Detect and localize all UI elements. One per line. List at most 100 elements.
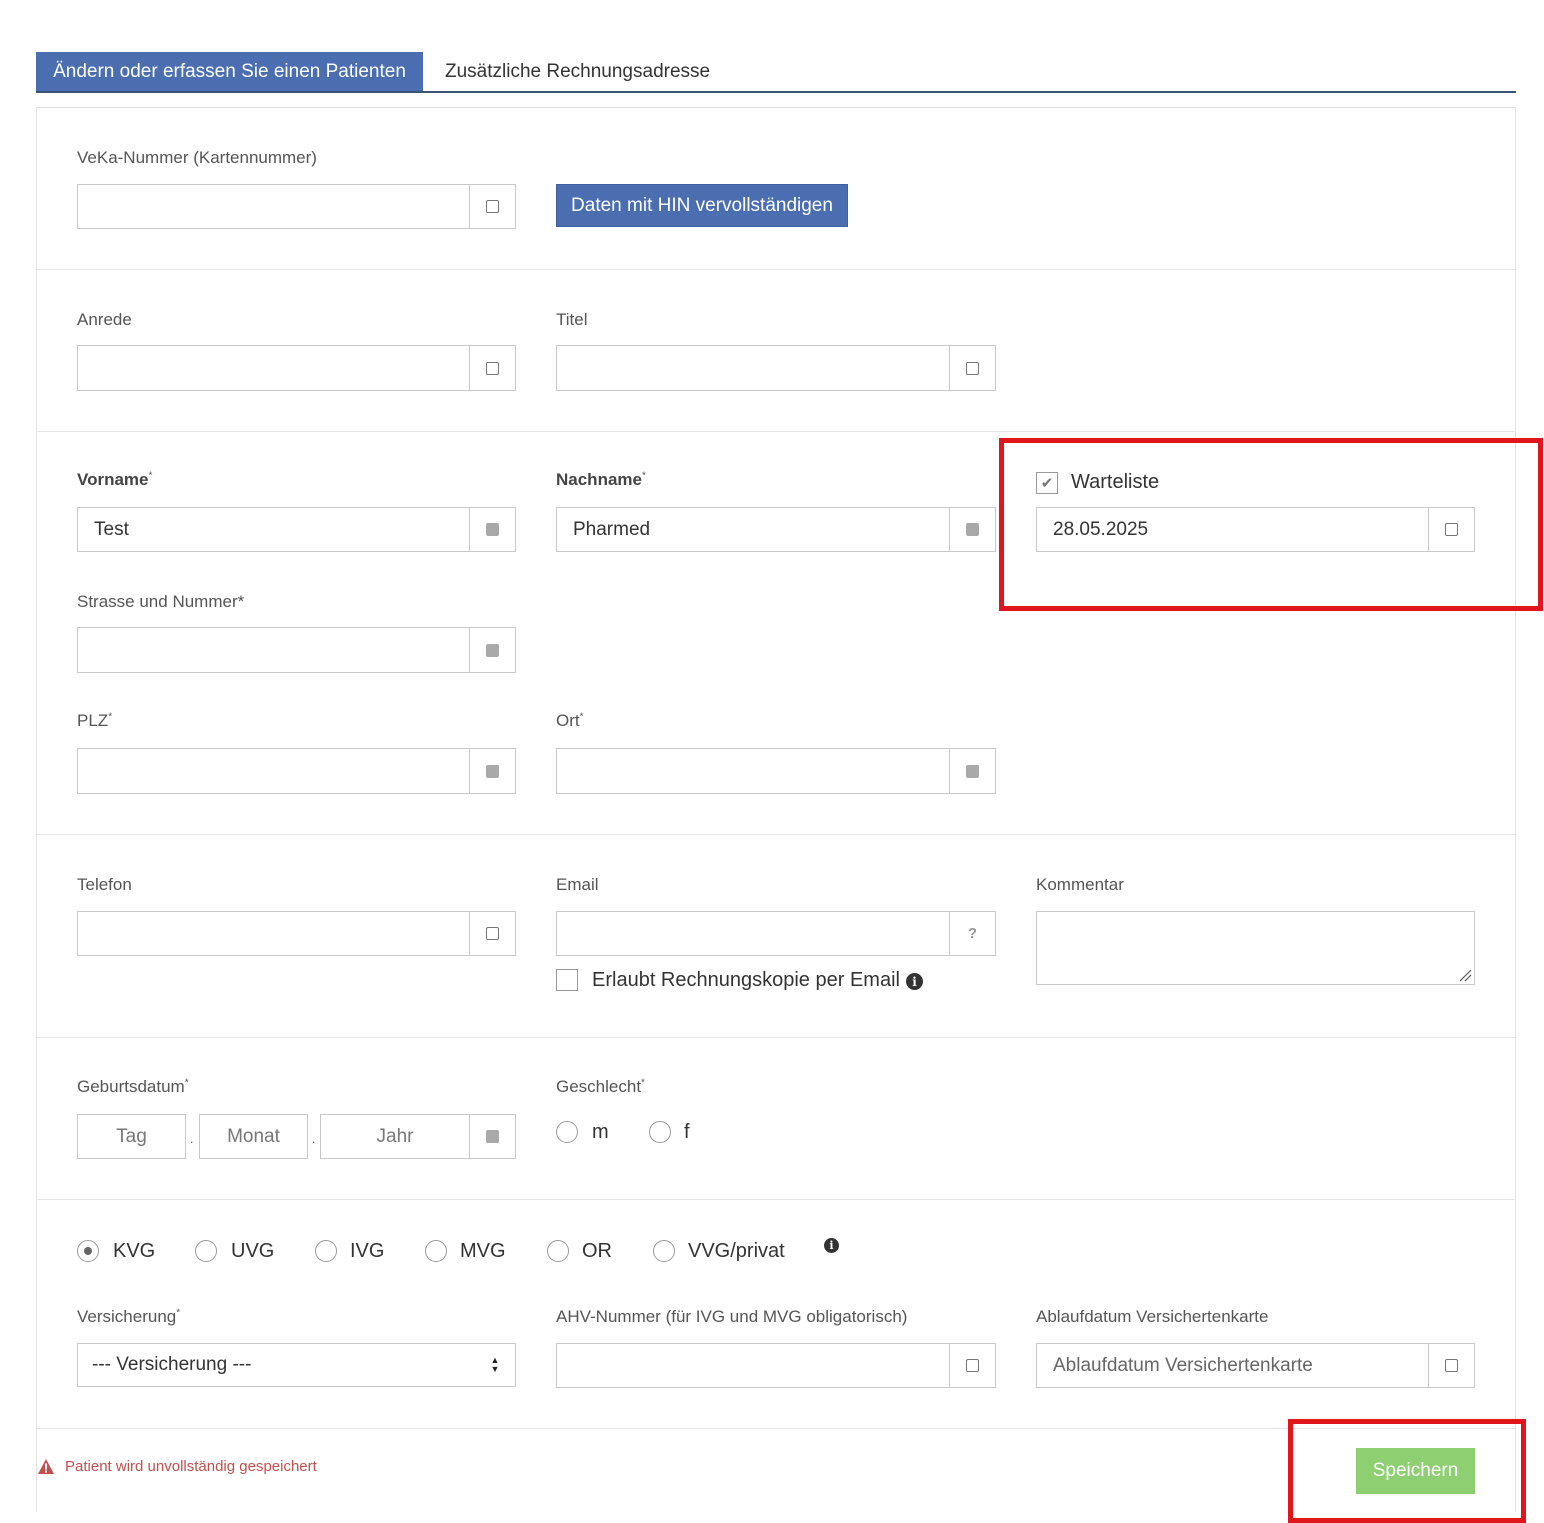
checkbox-icon (486, 643, 499, 657)
nachname-field[interactable]: Pharmed (556, 507, 996, 552)
email-help-addon[interactable]: ? (949, 912, 995, 955)
versicherung-select[interactable]: --- Versicherung --- ▲ ▼ (77, 1343, 516, 1387)
ablauf-field[interactable]: Ablaufdatum Versichertenkarte (1036, 1343, 1475, 1388)
law-uvg-radio[interactable] (195, 1240, 217, 1262)
law-kvg-radio[interactable] (77, 1240, 99, 1262)
vorname-addon[interactable] (469, 508, 515, 551)
strasse-label: Strasse und Nummer* (77, 592, 245, 611)
required-mark: * (148, 470, 153, 482)
required-mark: * (184, 1077, 189, 1089)
warteliste-date-input[interactable]: 28.05.2025 (1037, 508, 1428, 551)
law-uvg-label: UVG (231, 1240, 275, 1262)
birth-year-input[interactable]: Jahr (321, 1115, 469, 1158)
ort-label-text: Ort (556, 711, 580, 730)
gender-f-radio[interactable] (649, 1121, 671, 1143)
veka-field[interactable] (77, 184, 516, 229)
warteliste-date-addon[interactable] (1428, 508, 1474, 551)
tab-billing-address[interactable]: Zusätzliche Rechnungsadresse (445, 52, 775, 92)
law-or-label: OR (582, 1240, 612, 1262)
warteliste-date-field[interactable]: 28.05.2025 (1036, 507, 1475, 552)
required-mark: * (579, 711, 584, 723)
geschlecht-label: Geschlecht* (556, 1077, 645, 1097)
veka-addon[interactable] (469, 185, 515, 228)
ahv-field[interactable] (556, 1343, 996, 1388)
strasse-field[interactable] (77, 627, 516, 673)
titel-input[interactable] (557, 346, 949, 390)
plz-addon[interactable] (469, 749, 515, 793)
warteliste-checkbox[interactable]: ✔ (1036, 472, 1058, 494)
versicherung-label-text: Versicherung (77, 1307, 177, 1326)
plz-field[interactable] (77, 748, 516, 794)
law-kvg-label: KVG (113, 1240, 156, 1262)
section-divider (37, 269, 1515, 270)
checkbox-icon (966, 361, 979, 375)
resize-handle-icon[interactable] (1458, 968, 1472, 982)
law-ivg-radio[interactable] (315, 1240, 337, 1262)
strasse-addon[interactable] (469, 628, 515, 672)
nachname-input[interactable]: Pharmed (557, 508, 949, 551)
law-mvg-radio[interactable] (425, 1240, 447, 1262)
telefon-label: Telefon (77, 875, 132, 894)
vorname-field[interactable]: Test (77, 507, 516, 552)
date-separator: . (312, 1132, 316, 1146)
telefon-field[interactable] (77, 911, 516, 956)
checkbox-icon (486, 1130, 499, 1143)
anrede-input[interactable] (78, 346, 469, 390)
checkbox-icon (486, 523, 499, 536)
email-input[interactable] (557, 912, 949, 955)
email-field[interactable]: ? (556, 911, 996, 956)
birth-day-input[interactable]: Tag (77, 1114, 186, 1159)
ahv-addon[interactable] (949, 1344, 995, 1387)
anrede-addon[interactable] (469, 346, 515, 390)
invoice-copy-checkbox[interactable] (556, 969, 578, 991)
check-icon: ✔ (1040, 475, 1054, 492)
plz-input[interactable] (78, 749, 469, 793)
veka-label: VeKa-Nummer (Kartennummer) (77, 148, 317, 167)
gender-m-radio[interactable] (556, 1121, 578, 1143)
info-icon[interactable]: i (906, 973, 923, 990)
date-separator: . (190, 1132, 194, 1146)
ahv-label: AHV-Nummer (für IVG und MVG obligatorisc… (556, 1307, 908, 1326)
section-divider (37, 834, 1515, 835)
radio-selected-dot (84, 1247, 92, 1255)
form-panel (36, 107, 1516, 1512)
checkbox-icon (1445, 1359, 1458, 1372)
birth-year-addon[interactable] (469, 1115, 515, 1158)
ablauf-addon[interactable] (1428, 1344, 1474, 1387)
section-divider (37, 1037, 1515, 1038)
titel-field[interactable] (556, 345, 996, 391)
kommentar-textarea[interactable] (1036, 911, 1475, 985)
save-button[interactable]: Speichern (1356, 1448, 1475, 1494)
veka-input[interactable] (78, 185, 469, 228)
geburtsdatum-label: Geburtsdatum* (77, 1077, 189, 1097)
vorname-input[interactable]: Test (78, 508, 469, 551)
ahv-input[interactable] (557, 1344, 949, 1387)
tab-patient-label: Ändern oder erfassen Sie einen Patienten (53, 61, 406, 82)
hin-complete-button[interactable]: Daten mit HIN vervollständigen (556, 184, 848, 227)
plz-label-text: PLZ (77, 711, 109, 730)
strasse-input[interactable] (78, 628, 469, 672)
gender-f-label: f (684, 1121, 690, 1143)
checkbox-icon (486, 764, 499, 778)
required-mark: * (641, 470, 646, 482)
law-or-radio[interactable] (547, 1240, 569, 1262)
telefon-input[interactable] (78, 912, 469, 955)
ort-addon[interactable] (949, 749, 995, 793)
tab-patient[interactable]: Ändern oder erfassen Sie einen Patienten (36, 52, 423, 92)
titel-addon[interactable] (949, 346, 995, 390)
geschlecht-label-text: Geschlecht (556, 1077, 642, 1096)
warteliste-label: Warteliste (1071, 471, 1160, 493)
nachname-addon[interactable] (949, 508, 995, 551)
birth-month-input[interactable]: Monat (199, 1114, 308, 1159)
anrede-field[interactable] (77, 345, 516, 391)
ablauf-input[interactable]: Ablaufdatum Versichertenkarte (1037, 1344, 1428, 1387)
vorname-label-text: Vorname (77, 470, 149, 489)
law-vvg-radio[interactable] (653, 1240, 675, 1262)
ort-field[interactable] (556, 748, 996, 794)
ort-input[interactable] (557, 749, 949, 793)
checkbox-icon (966, 1359, 979, 1372)
telefon-addon[interactable] (469, 912, 515, 955)
info-icon[interactable]: i (824, 1238, 839, 1253)
birth-year-field[interactable]: Jahr (320, 1114, 516, 1159)
section-divider (37, 431, 1515, 432)
